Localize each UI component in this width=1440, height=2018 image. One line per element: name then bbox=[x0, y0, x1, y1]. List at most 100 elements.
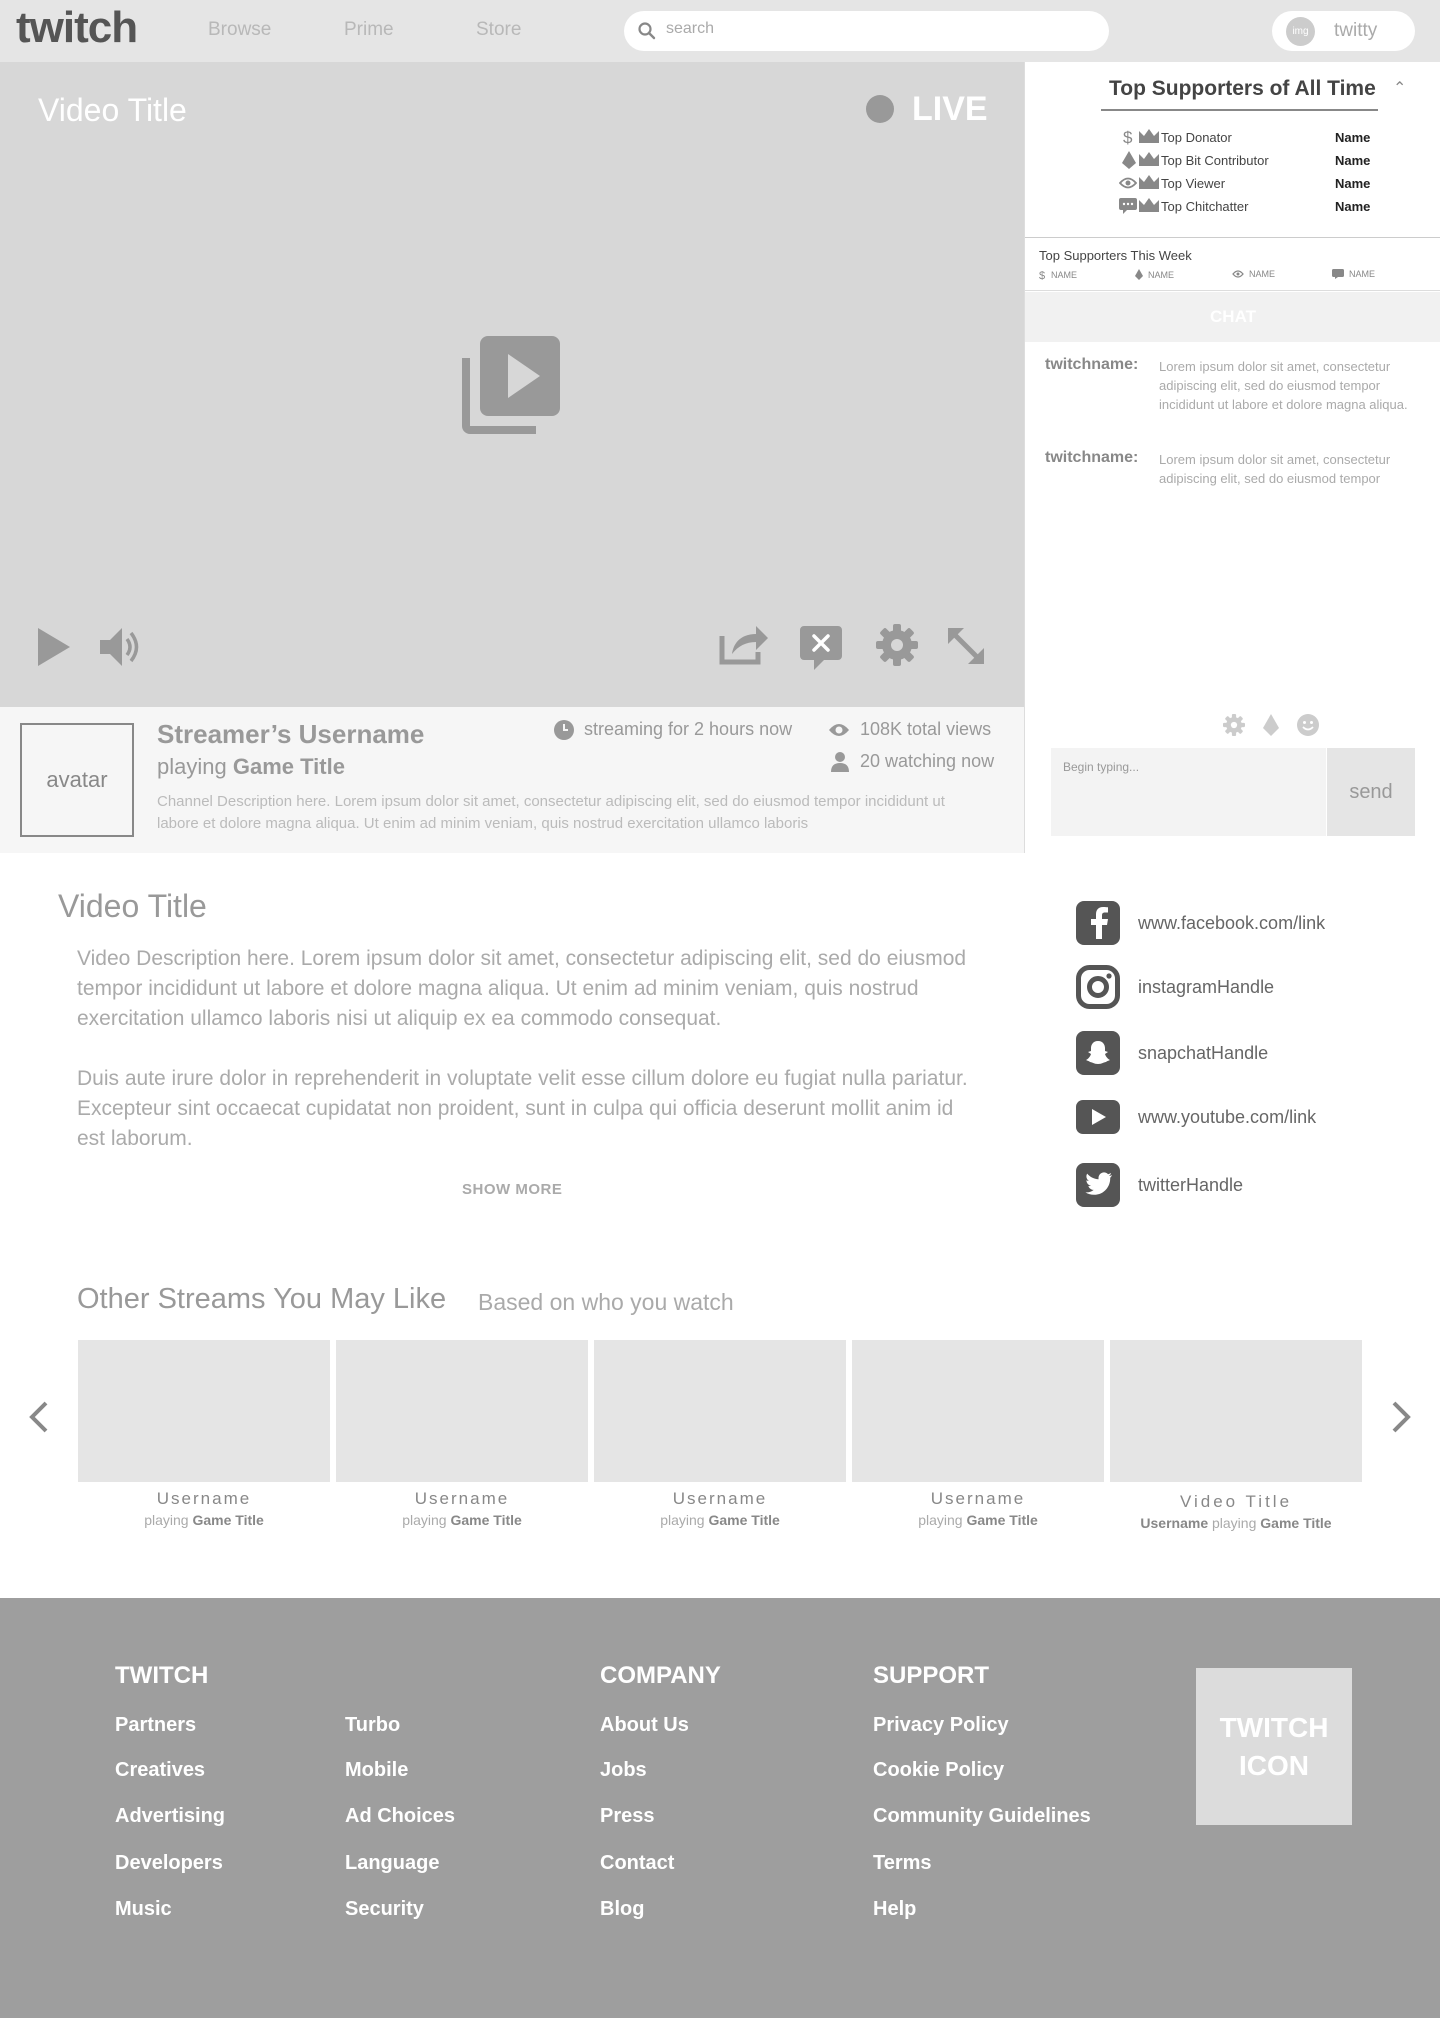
chat-emoji-icon[interactable] bbox=[1297, 714, 1319, 736]
user-avatar: img bbox=[1286, 17, 1315, 46]
footer-link[interactable]: Mobile bbox=[345, 1759, 408, 1782]
weekly-supporter[interactable]: NAME bbox=[1135, 269, 1174, 280]
stream-thumbnail[interactable] bbox=[852, 1340, 1104, 1482]
video-player[interactable]: Video Title LIVE bbox=[0, 62, 1024, 707]
footer-link[interactable]: Security bbox=[345, 1898, 424, 1921]
social-link-text: www.youtube.com/link bbox=[1138, 1106, 1317, 1127]
collapse-caret-icon[interactable]: ⌃ bbox=[1393, 78, 1406, 98]
stream-username[interactable]: Username bbox=[78, 1489, 330, 1509]
streamer-game-title[interactable]: Game Title bbox=[233, 754, 345, 779]
weekly-supporter[interactable]: $ NAME bbox=[1039, 269, 1077, 281]
footer-link[interactable]: Music bbox=[115, 1898, 172, 1921]
twitch-logo[interactable]: twitch bbox=[16, 0, 138, 56]
streamer-username[interactable]: Streamer’s Username bbox=[157, 719, 424, 750]
live-badge: LIVE bbox=[912, 90, 988, 128]
stream-game-title[interactable]: Game Title bbox=[450, 1512, 521, 1528]
carousel-prev-arrow-icon[interactable] bbox=[28, 1400, 50, 1434]
footer-link[interactable]: Ad Choices bbox=[345, 1805, 455, 1828]
footer-link[interactable]: Turbo bbox=[345, 1714, 400, 1737]
close-caption-icon[interactable] bbox=[800, 626, 842, 670]
channel-description: Channel Description here. Lorem ipsum do… bbox=[157, 793, 945, 832]
nav-prime[interactable]: Prime bbox=[344, 19, 394, 41]
weekly-supporter[interactable]: NAME bbox=[1332, 269, 1375, 279]
stream-game: playing Game Title bbox=[852, 1512, 1104, 1528]
nav-store[interactable]: Store bbox=[476, 19, 521, 41]
social-link-twitter[interactable]: twitterHandle bbox=[1076, 1162, 1243, 1208]
send-button[interactable]: send bbox=[1327, 748, 1415, 836]
eye-icon bbox=[1119, 177, 1137, 189]
footer-link[interactable]: Cookie Policy bbox=[873, 1759, 1004, 1782]
social-link-facebook[interactable]: www.facebook.com/link bbox=[1076, 900, 1325, 946]
other-streams-title: Other Streams You May Like bbox=[77, 1283, 447, 1315]
footer-link[interactable]: Partners bbox=[115, 1714, 196, 1737]
supporter-name[interactable]: Name bbox=[1335, 153, 1370, 168]
search-input[interactable] bbox=[666, 20, 1086, 38]
footer-link[interactable]: Help bbox=[873, 1898, 916, 1921]
footer-heading-twitch: TWITCH bbox=[115, 1662, 209, 1689]
footer-link[interactable]: Creatives bbox=[115, 1759, 205, 1782]
footer-link[interactable]: Blog bbox=[600, 1898, 644, 1921]
footer-link[interactable]: Developers bbox=[115, 1852, 223, 1875]
weekly-supporter-name: NAME bbox=[1249, 269, 1276, 279]
chat-message: Lorem ipsum dolor sit amet, consectetur … bbox=[1159, 452, 1391, 486]
play-icon[interactable] bbox=[36, 628, 70, 666]
stream-username[interactable]: Username bbox=[336, 1489, 588, 1509]
footer-link[interactable]: Community Guidelines bbox=[873, 1805, 1091, 1828]
show-more-button[interactable]: SHOW MORE bbox=[462, 1181, 562, 1198]
stream-username[interactable]: Username bbox=[852, 1489, 1104, 1509]
footer-link[interactable]: Terms bbox=[873, 1852, 932, 1875]
chat-settings-icon[interactable] bbox=[1223, 714, 1245, 736]
footer-link[interactable]: Language bbox=[345, 1852, 439, 1875]
supporter-row: Top Bit Contributor Name bbox=[1099, 149, 1370, 171]
stream-thumbnail[interactable] bbox=[78, 1340, 330, 1482]
stream-game-title[interactable]: Game Title bbox=[708, 1512, 779, 1528]
supporter-name[interactable]: Name bbox=[1335, 176, 1370, 191]
supporter-label: Top Donator bbox=[1161, 130, 1232, 145]
nav-browse[interactable]: Browse bbox=[208, 19, 271, 41]
volume-icon[interactable] bbox=[98, 626, 142, 668]
video-username[interactable]: Username bbox=[1140, 1515, 1208, 1531]
video-game-title[interactable]: Game Title bbox=[1260, 1515, 1331, 1531]
crown-icon bbox=[1139, 198, 1159, 212]
playing-label: playing bbox=[402, 1512, 447, 1528]
social-link-instagram[interactable]: instagramHandle bbox=[1076, 964, 1274, 1010]
supporter-name[interactable]: Name bbox=[1335, 130, 1370, 145]
footer-link[interactable]: About Us bbox=[600, 1714, 689, 1737]
settings-gear-icon[interactable] bbox=[876, 624, 918, 666]
stream-thumbnail[interactable] bbox=[336, 1340, 588, 1482]
chat-username[interactable]: twitchname: bbox=[1045, 356, 1138, 374]
social-link-youtube[interactable]: www.youtube.com/link bbox=[1076, 1094, 1316, 1140]
crown-icon bbox=[1139, 175, 1159, 189]
fullscreen-icon[interactable] bbox=[948, 628, 984, 664]
stream-game-title[interactable]: Game Title bbox=[966, 1512, 1037, 1528]
share-icon[interactable] bbox=[718, 622, 770, 666]
footer-link[interactable]: Contact bbox=[600, 1852, 674, 1875]
carousel-next-arrow-icon[interactable] bbox=[1390, 1400, 1412, 1434]
video-title[interactable]: Video Title bbox=[1110, 1492, 1362, 1512]
chat-bits-icon[interactable] bbox=[1263, 714, 1279, 736]
stream-username[interactable]: Username bbox=[594, 1489, 846, 1509]
stream-game-title[interactable]: Game Title bbox=[192, 1512, 263, 1528]
streamer-avatar[interactable]: avatar bbox=[20, 723, 134, 837]
social-link-snapchat[interactable]: snapchatHandle bbox=[1076, 1030, 1268, 1076]
footer-link[interactable]: Press bbox=[600, 1805, 655, 1828]
footer-link[interactable]: Advertising bbox=[115, 1805, 225, 1828]
description-paragraph: Duis aute irure dolor in reprehenderit i… bbox=[77, 1067, 968, 1150]
chat-username[interactable]: twitchname: bbox=[1045, 449, 1138, 467]
eye-icon bbox=[828, 722, 850, 738]
weekly-supporter[interactable]: NAME bbox=[1232, 269, 1275, 279]
playing-label: playing bbox=[144, 1512, 189, 1528]
stream-duration: streaming for 2 hours now bbox=[554, 719, 792, 740]
total-views-text: 108K total views bbox=[860, 719, 992, 739]
supporter-name[interactable]: Name bbox=[1335, 199, 1370, 214]
user-menu[interactable]: img twitty bbox=[1272, 11, 1415, 51]
video-library-play-icon[interactable] bbox=[462, 336, 560, 434]
weekly-supporters: Top Supporters This Week $ NAME NAME NAM… bbox=[1025, 237, 1440, 291]
footer-link[interactable]: Jobs bbox=[600, 1759, 647, 1782]
stream-thumbnail[interactable] bbox=[594, 1340, 846, 1482]
video-thumbnail[interactable] bbox=[1110, 1340, 1362, 1482]
facebook-icon bbox=[1076, 901, 1120, 945]
chat-input[interactable] bbox=[1051, 748, 1326, 836]
footer-link[interactable]: Privacy Policy bbox=[873, 1714, 1009, 1737]
footer: TWITCH Partners Creatives Advertising De… bbox=[0, 1598, 1440, 2018]
